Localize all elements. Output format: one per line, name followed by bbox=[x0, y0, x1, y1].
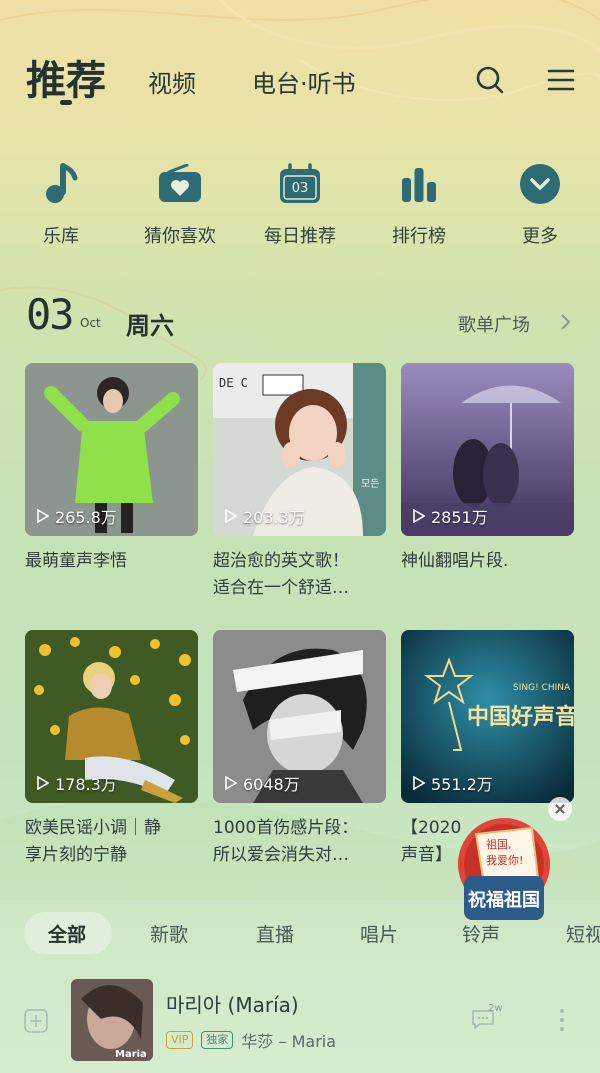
svg-text:SING! CHINA: SING! CHINA bbox=[513, 683, 571, 693]
song-title: 마리아 (María) bbox=[166, 993, 299, 1017]
playlist-card-title[interactable]: 最萌童声李悟 bbox=[25, 548, 205, 575]
date-weekday: 周六 bbox=[126, 312, 174, 340]
play-icon bbox=[37, 509, 49, 523]
quick-link-label: 每日推荐 bbox=[264, 226, 336, 247]
top-navigation: 推荐 视频 电台·听书 bbox=[0, 0, 600, 120]
exclusive-badge: 独家 bbox=[201, 1031, 234, 1049]
menu-icon[interactable] bbox=[543, 62, 579, 98]
song-thumbnail: Maria bbox=[71, 979, 153, 1061]
play-count: 203.3万 bbox=[225, 504, 305, 528]
promo-badge-graphic: 祖国, 我爱你! 祝福祖国 bbox=[458, 818, 550, 920]
playlist-card[interactable]: 265.8万 bbox=[25, 363, 198, 536]
play-count-value: 6048万 bbox=[243, 775, 300, 794]
vip-badge: VIP bbox=[166, 1031, 194, 1049]
svg-text:DE C: DE C bbox=[219, 376, 248, 390]
music-note-icon bbox=[37, 160, 85, 208]
category-tab-all[interactable]: 全部 bbox=[48, 920, 86, 947]
play-count: 6048万 bbox=[225, 771, 300, 795]
quick-link-label: 乐库 bbox=[43, 226, 79, 247]
add-icon[interactable] bbox=[24, 1009, 48, 1037]
song-artist: 华莎 – Maria bbox=[241, 1032, 337, 1051]
quick-link-daily-recommend[interactable]: 03 每日推荐 bbox=[250, 160, 350, 248]
bar-chart-icon bbox=[395, 160, 443, 208]
category-tab-bar: 全部 新歌 直播 唱片 铃声 短视 bbox=[0, 908, 600, 958]
playlist-card-title[interactable]: 超治愈的英文歌！ 适合在一个舒适… bbox=[213, 548, 393, 602]
svg-text:中国好声音: 中国好声音 bbox=[467, 704, 574, 730]
card-title-line: 最萌童声李悟 bbox=[25, 551, 127, 571]
play-count: 2851万 bbox=[413, 504, 488, 528]
card-title-line: 神仙翻唱片段. bbox=[401, 551, 509, 571]
play-icon bbox=[413, 509, 425, 523]
playlist-plaza-link[interactable]: 歌单广场 bbox=[458, 311, 530, 337]
playlist-card-title[interactable]: 神仙翻唱片段. bbox=[401, 548, 581, 575]
play-icon bbox=[225, 776, 237, 790]
svg-text:모든: 모든 bbox=[361, 478, 379, 490]
card-title-line: 所以爱会消失对… bbox=[213, 845, 349, 865]
playlist-card[interactable]: 中国好声音 SING! CHINA 551.2万 bbox=[401, 630, 574, 803]
quick-link-label: 猜你喜欢 bbox=[144, 226, 216, 247]
quick-link-charts[interactable]: 排行榜 bbox=[369, 160, 469, 248]
category-tab-albums[interactable]: 唱片 bbox=[360, 920, 398, 947]
play-count-value: 203.3万 bbox=[243, 508, 305, 527]
playlist-card-title[interactable]: 欧美民谣小调｜静 享片刻的宁静 bbox=[25, 815, 205, 869]
song-row[interactable]: Maria 마리아 (María) VIP 独家 华莎 – Maria 2w bbox=[0, 975, 600, 1065]
radio-heart-icon bbox=[156, 160, 204, 208]
tab-radio-audiobook[interactable]: 电台·听书 bbox=[252, 64, 356, 99]
svg-text:我爱你!: 我爱你! bbox=[486, 854, 523, 867]
promo-floating-badge[interactable]: 祖国, 我爱你! 祝福祖国 bbox=[454, 806, 554, 924]
category-tab-ringtones[interactable]: 铃声 bbox=[462, 920, 500, 947]
play-count-value: 551.2万 bbox=[431, 775, 493, 794]
quick-link-label: 更多 bbox=[522, 226, 558, 247]
category-tab-short-video[interactable]: 短视 bbox=[566, 920, 600, 947]
close-icon[interactable] bbox=[548, 797, 572, 821]
chevron-right-icon[interactable] bbox=[558, 312, 572, 336]
active-tab-indicator bbox=[60, 100, 72, 105]
card-title-line: 欧美民谣小调｜静 bbox=[25, 818, 161, 838]
quick-link-more[interactable]: 更多 bbox=[490, 160, 590, 248]
calendar-badge-text: 03 bbox=[291, 180, 309, 196]
chevron-down-icon bbox=[516, 160, 564, 208]
play-icon bbox=[413, 776, 425, 790]
tab-recommend[interactable]: 推荐 bbox=[26, 48, 106, 106]
more-options-icon[interactable] bbox=[558, 1007, 566, 1037]
comment-count: 2w bbox=[488, 1003, 503, 1014]
calendar-icon: 03 bbox=[276, 160, 324, 208]
play-count: 178.3万 bbox=[37, 771, 117, 795]
card-title-line: 超治愈的英文歌！ bbox=[213, 551, 349, 571]
play-count: 551.2万 bbox=[413, 771, 493, 795]
date-month: Oct bbox=[80, 316, 101, 330]
date-day: 03 bbox=[26, 290, 75, 339]
playlist-card[interactable]: 2851万 bbox=[401, 363, 574, 536]
playlist-card-title[interactable]: 1000首伤感片段： 所以爱会消失对… bbox=[213, 815, 393, 869]
category-tab-live[interactable]: 直播 bbox=[256, 920, 294, 947]
playlist-card[interactable]: 6048万 bbox=[213, 630, 386, 803]
play-count-value: 265.8万 bbox=[55, 508, 117, 527]
svg-text:Maria: Maria bbox=[115, 1049, 147, 1060]
quick-link-guess-you-like[interactable]: 猜你喜欢 bbox=[130, 160, 230, 248]
card-title-line: 1000首伤感片段： bbox=[213, 818, 359, 838]
play-count-value: 178.3万 bbox=[55, 775, 117, 794]
play-icon bbox=[225, 509, 237, 523]
song-meta: VIP 独家 华莎 – Maria bbox=[166, 1028, 336, 1052]
play-icon bbox=[37, 776, 49, 790]
quick-link-library[interactable]: 乐库 bbox=[11, 160, 111, 248]
play-count: 265.8万 bbox=[37, 504, 117, 528]
svg-text:祖国,: 祖国, bbox=[486, 837, 512, 851]
play-count-value: 2851万 bbox=[431, 508, 488, 527]
tab-video[interactable]: 视频 bbox=[148, 64, 196, 99]
playlist-card[interactable]: 178.3万 bbox=[25, 630, 198, 803]
search-icon[interactable] bbox=[472, 62, 508, 98]
playlist-card[interactable]: DE C 모든 203.3万 bbox=[213, 363, 386, 536]
card-title-line: 适合在一个舒适… bbox=[213, 578, 349, 598]
card-title-line: 享片刻的宁静 bbox=[25, 845, 127, 865]
quick-link-label: 排行榜 bbox=[392, 226, 446, 247]
category-tab-new-songs[interactable]: 新歌 bbox=[150, 920, 188, 947]
